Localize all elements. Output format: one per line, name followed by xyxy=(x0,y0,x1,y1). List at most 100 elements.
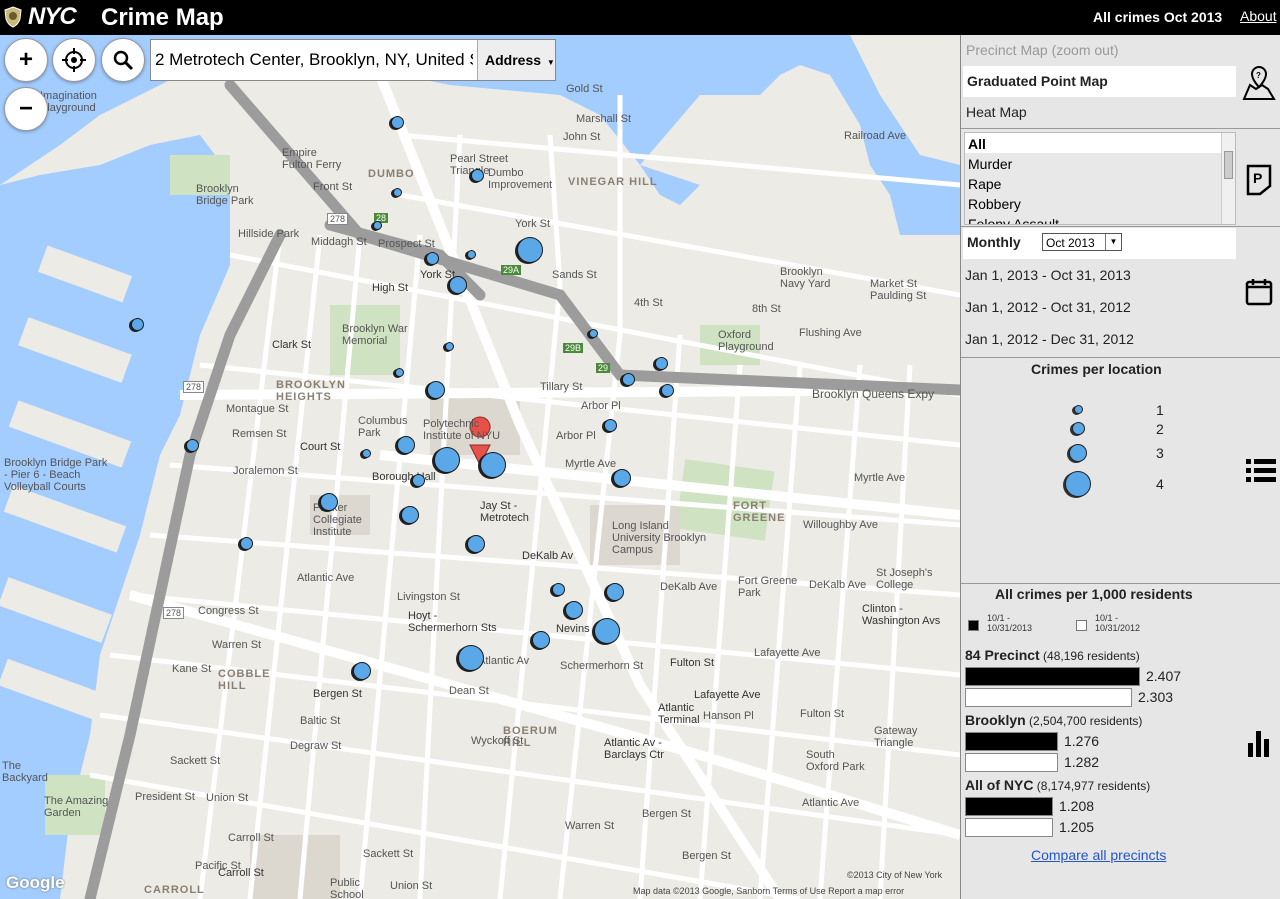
legend-swatch-current xyxy=(968,620,979,631)
period-range-option[interactable]: Jan 1, 2012 - Dec 31, 2012 xyxy=(965,331,1134,347)
map-label-atlantic-ave-west: Atlantic Ave xyxy=(297,572,355,584)
map-label-schermerhorn: Schermerhorn St xyxy=(560,660,644,672)
locate-me-button[interactable] xyxy=(52,38,96,82)
crime-location-point[interactable] xyxy=(185,438,199,452)
map-label-kane: Kane St xyxy=(172,663,212,675)
crime-location-point[interactable] xyxy=(394,368,404,378)
legend-circle xyxy=(1065,471,1091,497)
map-type-heat[interactable]: Heat Map xyxy=(966,104,1027,120)
map-label-fourth-st: 4th St xyxy=(634,297,663,309)
crime-location-point[interactable] xyxy=(353,661,372,680)
map-label-south-oxford-park: South Oxford Park xyxy=(806,749,865,773)
map-label-atlantic-av: Atlantic Av xyxy=(478,655,530,667)
map-label-clark-st-station: Clark St xyxy=(272,339,312,351)
crime-location-point[interactable] xyxy=(593,618,620,645)
address-search-input[interactable] xyxy=(151,40,477,80)
stats-value-prior: 2.303 xyxy=(1138,689,1174,705)
legend-value: 3 xyxy=(1156,445,1164,461)
map-label-wyckoff: Wyckoff St xyxy=(471,735,524,747)
crime-location-point[interactable] xyxy=(444,341,454,351)
stats-value-current: 2.407 xyxy=(1146,668,1182,684)
crime-type-list[interactable]: All Murder Rape Robbery Felony Assault xyxy=(964,132,1236,225)
map-attribution[interactable]: Map data ©2013 Google, Sanborn Terms of … xyxy=(633,886,904,896)
map-label-bqe: Brooklyn Queens Expy xyxy=(812,387,935,401)
about-link[interactable]: About xyxy=(1240,8,1277,24)
crime-location-point[interactable] xyxy=(396,436,415,455)
stats-group-residents: (2,504,700 residents) xyxy=(1025,714,1143,728)
crime-location-point[interactable] xyxy=(412,473,426,487)
crime-location-point[interactable] xyxy=(466,534,485,553)
map-label-paulding: Paulding St xyxy=(870,290,927,302)
nyc-logo[interactable]: NYC xyxy=(28,3,77,31)
map-label-sackett: Sackett St xyxy=(170,755,221,767)
crime-location-point[interactable] xyxy=(390,116,404,130)
svg-text:?: ? xyxy=(1256,71,1261,80)
legend-circle xyxy=(1073,405,1083,414)
period-range-option[interactable]: Jan 1, 2013 - Oct 31, 2013 xyxy=(965,267,1131,283)
map-label-vinegar-hill: VINEGAR HILL xyxy=(568,176,658,188)
crime-location-point[interactable] xyxy=(458,644,485,671)
crime-location-point[interactable] xyxy=(480,451,507,478)
map-label-flushing: Flushing Ave xyxy=(799,327,862,339)
period-range-option[interactable]: Jan 1, 2012 - Oct 31, 2012 xyxy=(965,299,1131,315)
map-label-fort-greene: FORT GREENE xyxy=(733,500,786,524)
map-label-dean: Dean St xyxy=(449,685,489,697)
map-label-president: President St xyxy=(135,791,195,803)
crime-location-point[interactable] xyxy=(517,236,544,263)
map-label-brooklyn-bridge-park: Brooklyn Bridge Park xyxy=(196,183,254,207)
crime-location-point[interactable] xyxy=(466,249,476,259)
crime-location-point[interactable] xyxy=(130,317,144,331)
map-label-atlantic-ave: Atlantic Ave xyxy=(802,797,860,809)
crime-type-option[interactable]: Robbery xyxy=(965,193,1235,213)
zoom-out-button[interactable]: − xyxy=(4,87,48,131)
crime-type-option[interactable]: Felony Assault xyxy=(965,213,1235,224)
map-label-brooklyn-navy-yard: Brooklyn Navy Yard xyxy=(780,266,831,290)
map-label-gateway-triangle: Gateway Triangle xyxy=(874,725,918,749)
crime-list-scrollbar[interactable] xyxy=(1221,133,1235,224)
stats-group-title: 84 Precinct (48,196 residents) xyxy=(965,647,1140,663)
route-278-shield: 278 xyxy=(327,213,349,225)
crime-location-point[interactable] xyxy=(612,468,631,487)
route-29b-shield: 29B xyxy=(563,343,584,353)
search-type-dropdown[interactable]: Address ▼ xyxy=(477,40,555,80)
crime-type-option[interactable]: Rape xyxy=(965,173,1235,193)
nypd-badge-icon xyxy=(4,6,22,28)
map-label-dumbo: DUMBO xyxy=(368,168,415,180)
map-label-lafayette: Lafayette Ave xyxy=(754,647,821,659)
month-select[interactable]: Oct 2013 ▼ xyxy=(1042,233,1122,251)
zoom-in-button[interactable]: + xyxy=(4,38,48,82)
map-label-oxford-playground: Oxford Playground xyxy=(718,329,774,353)
crime-location-point[interactable] xyxy=(661,383,675,397)
stats-group-name: Brooklyn xyxy=(965,712,1026,728)
crime-type-option[interactable]: Murder xyxy=(965,153,1235,173)
crime-map[interactable]: DUMBO VINEGAR HILL BROOKLYN HEIGHTS FORT… xyxy=(0,35,960,899)
map-label-marshall: Marshall St xyxy=(576,113,632,125)
compare-precincts-link[interactable]: Compare all precincts xyxy=(1031,847,1166,863)
stats-bar-prior xyxy=(965,818,1053,837)
crime-location-point[interactable] xyxy=(621,372,635,386)
month-select-value: Oct 2013 xyxy=(1046,236,1095,250)
crime-location-point[interactable] xyxy=(425,252,439,266)
map-label-degraw: Degraw St xyxy=(290,740,342,752)
map-label-cobble-hill: COBBLE HILL xyxy=(218,668,271,692)
map-label-front: Front St xyxy=(313,181,353,193)
map-label-imagination-playground: Imagination Playground xyxy=(40,90,97,114)
search-button[interactable] xyxy=(101,38,145,82)
legend-value: 4 xyxy=(1156,476,1164,492)
crime-location-point[interactable] xyxy=(392,188,402,198)
search-box: Address ▼ xyxy=(150,39,556,81)
crime-location-point[interactable] xyxy=(588,328,598,338)
map-type-precinct[interactable]: Precinct Map (zoom out) xyxy=(966,42,1119,58)
map-type-graduated-selected[interactable]: Graduated Point Map xyxy=(963,66,1236,97)
crime-location-point[interactable] xyxy=(654,357,668,371)
stats-bar-prior xyxy=(965,688,1132,707)
map-label-bergen-st-station: Bergen St xyxy=(313,688,362,700)
map-label-willoughby: Willoughby Ave xyxy=(803,519,879,531)
map-label-livingston: Livingston St xyxy=(397,591,460,603)
crosshair-icon xyxy=(62,48,86,72)
map-label-fort-greene-park: Fort Greene Park xyxy=(738,575,798,599)
crime-location-point[interactable] xyxy=(564,600,583,619)
map-label-empire-fulton-ferry: Empire Fulton Ferry xyxy=(282,147,342,171)
stats-value-prior: 1.282 xyxy=(1064,754,1100,770)
crime-type-option-selected[interactable]: All xyxy=(965,133,1235,153)
